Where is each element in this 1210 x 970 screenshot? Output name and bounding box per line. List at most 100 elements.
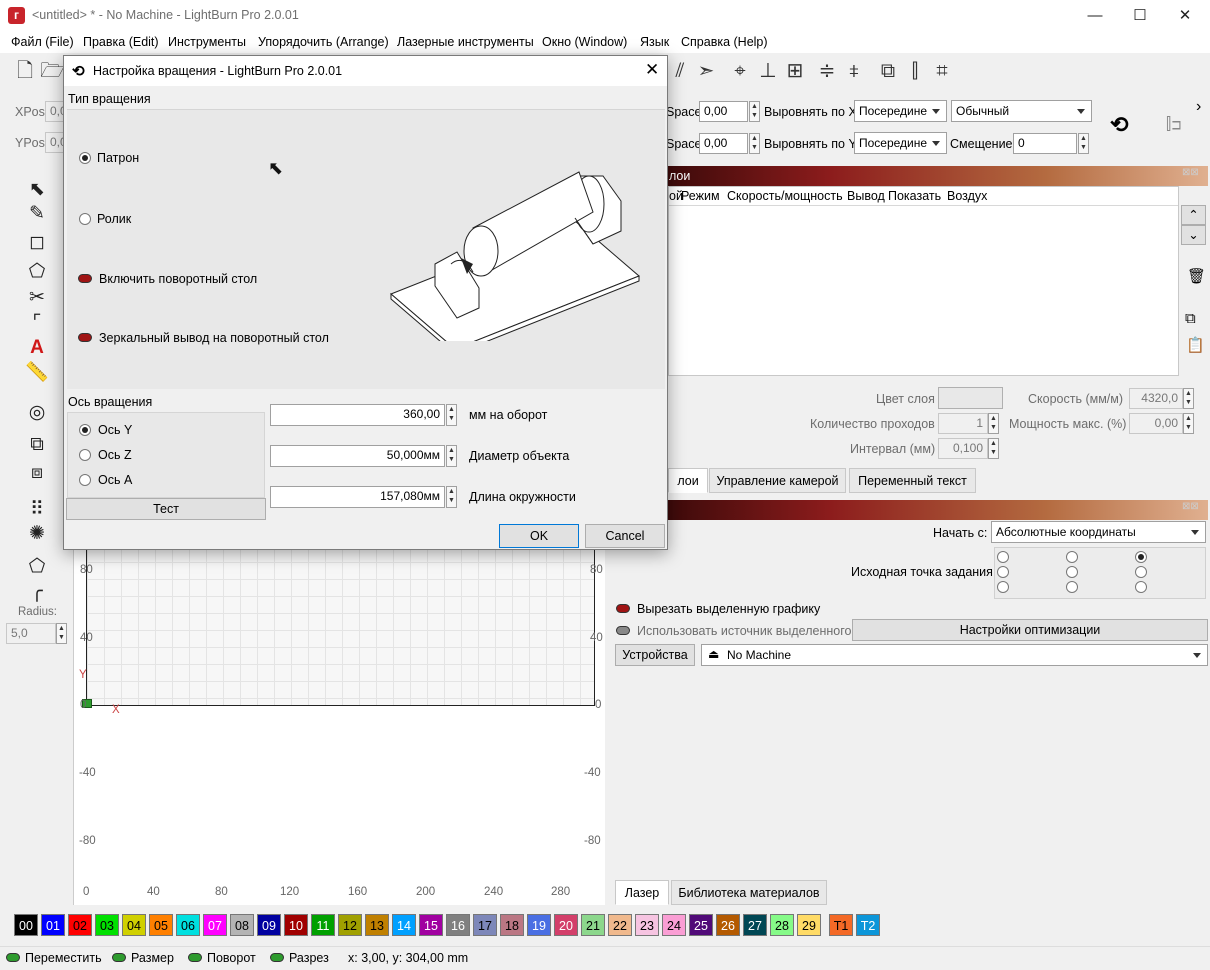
layer-color-21[interactable]: 21 (581, 914, 605, 936)
speed-input[interactable]: 4320,0 (1129, 388, 1183, 409)
origin-bottom-left[interactable] (997, 581, 1009, 593)
chevron-right-icon[interactable]: › (1196, 98, 1201, 116)
mm-per-rotation-spin[interactable]: ▲ ▼ (446, 404, 457, 426)
radius-spin[interactable]: ▲ ▼ (56, 623, 67, 644)
layer-color-24[interactable]: 24 (662, 914, 686, 936)
grid-array-icon[interactable]: ⠿ (24, 497, 50, 523)
optimization-settings-button[interactable]: Настройки оптимизации (852, 619, 1208, 641)
origin-center[interactable] (1066, 566, 1078, 578)
object-diameter-spin[interactable]: ▲ ▼ (446, 445, 457, 467)
layer-color-swatch[interactable] (938, 387, 1003, 409)
layer-up-button[interactable]: ⌃ (1181, 205, 1206, 225)
paste-layer-icon[interactable]: 📋 (1186, 336, 1205, 354)
layer-color-00[interactable]: 00 (14, 914, 38, 936)
test-button[interactable]: Тест (66, 498, 266, 520)
minimize-button[interactable]: — (1072, 0, 1118, 31)
cancel-button[interactable]: Cancel (585, 524, 665, 548)
align-x-select[interactable]: Посередине (854, 100, 947, 122)
offset-spin[interactable]: ▲ ▼ (1078, 133, 1089, 154)
max-power-spin[interactable]: ▲ ▼ (1183, 413, 1194, 434)
copy-tool-icon[interactable]: ⧉ (24, 432, 50, 458)
start-from-select[interactable]: Абсолютные координаты (991, 521, 1206, 543)
layer-color-06[interactable]: 06 (176, 914, 200, 936)
layer-color-14[interactable]: 14 (392, 914, 416, 936)
node-edit-icon[interactable]: ⬠ (24, 554, 50, 580)
trash-icon[interactable]: 🗑 (1187, 267, 1206, 285)
move-to-laser-icon[interactable]: ⌗ (930, 58, 954, 84)
use-selection-origin-toggle[interactable] (616, 626, 630, 635)
layer-color-16[interactable]: 16 (446, 914, 470, 936)
copy-layer-icon[interactable]: ⧉ (1185, 310, 1196, 327)
menu-language[interactable]: Язык (640, 35, 669, 49)
layers-table[interactable] (668, 186, 1179, 376)
layer-color-03[interactable]: 03 (95, 914, 119, 936)
devices-button[interactable]: Устройства (615, 644, 695, 666)
xpos-input[interactable]: 0,0 (45, 101, 65, 122)
layer-color-15[interactable]: 15 (419, 914, 443, 936)
dialog-close-icon[interactable]: ✕ (645, 60, 659, 80)
move-toggle[interactable] (6, 953, 20, 962)
laser-panel-float-icon[interactable]: ⊠⊠ (1182, 501, 1199, 512)
mirror-output-toggle[interactable] (78, 333, 92, 342)
menu-edit[interactable]: Правка (Edit) (83, 35, 159, 49)
cut-selected-toggle[interactable] (616, 604, 630, 613)
layer-color-27[interactable]: 27 (743, 914, 767, 936)
device-select[interactable]: No Machine (701, 644, 1208, 666)
layer-color-18[interactable]: 18 (500, 914, 524, 936)
tab-layers[interactable]: лои (668, 468, 708, 493)
ok-button[interactable]: OK (499, 524, 579, 548)
circumference-spin[interactable]: ▲ ▼ (446, 486, 457, 508)
layer-color-28[interactable]: 28 (770, 914, 794, 936)
layer-color-04[interactable]: 04 (122, 914, 146, 936)
radius-input[interactable]: 5,0 (6, 623, 56, 644)
axis-z-radio[interactable] (79, 449, 91, 461)
origin-mid-right[interactable] (1135, 566, 1147, 578)
align-y-select[interactable]: Посередине (854, 132, 947, 154)
font-mode-select[interactable]: Обычный (951, 100, 1092, 122)
menu-help[interactable]: Справка (Help) (681, 35, 768, 49)
origin-top-center[interactable] (1066, 551, 1078, 563)
passes-input[interactable]: 1 (938, 413, 988, 434)
space-input-2[interactable]: 0,00 (699, 133, 748, 154)
menu-tools[interactable]: Инструменты (168, 35, 246, 49)
pen-tool-icon[interactable]: ✎ (24, 201, 50, 227)
select-tool-icon[interactable]: ⬉ (24, 177, 50, 203)
origin-bottom-right[interactable] (1135, 581, 1147, 593)
axis-a-radio[interactable] (79, 474, 91, 486)
corner-radius-icon[interactable]: ╭ (24, 579, 50, 605)
boolean-tool-icon[interactable]: ⧈ (24, 460, 50, 486)
size-toggle[interactable] (112, 953, 126, 962)
measure-tool-icon[interactable]: 📏 (24, 360, 50, 386)
dock-handle-icon[interactable]: ⫿⊐ (1166, 116, 1181, 134)
tab-laser[interactable]: Лазер (615, 880, 669, 905)
tab-variable-text[interactable]: Переменный текст (849, 468, 976, 493)
menu-laser-tools[interactable]: Лазерные инструменты (397, 35, 534, 49)
layer-color-19[interactable]: 19 (527, 914, 551, 936)
layer-color-T1[interactable]: T1 (829, 914, 853, 936)
layer-down-button[interactable]: ⌄ (1181, 225, 1206, 245)
align-icon[interactable]: ⊥ (756, 58, 780, 84)
menu-window[interactable]: Окно (Window) (542, 35, 627, 49)
text-tool-icon[interactable]: A (24, 335, 50, 361)
object-diameter-input[interactable]: 50,000мм (270, 445, 445, 467)
cut-tool-icon[interactable]: ✂ (24, 285, 50, 311)
rotary-toggle-icon[interactable]: ⟲ (1110, 112, 1128, 138)
layer-color-09[interactable]: 09 (257, 914, 281, 936)
tab-material-library[interactable]: Библиотека материалов (671, 880, 827, 905)
layer-color-13[interactable]: 13 (365, 914, 389, 936)
origin-bottom-center[interactable] (1066, 581, 1078, 593)
layer-color-25[interactable]: 25 (689, 914, 713, 936)
layer-color-05[interactable]: 05 (149, 914, 173, 936)
rotate-toggle[interactable] (188, 953, 202, 962)
layer-color-T2[interactable]: T2 (856, 914, 880, 936)
interval-input[interactable]: 0,100 (938, 438, 988, 459)
mm-per-rotation-input[interactable]: 360,00 (270, 404, 445, 426)
layer-color-01[interactable]: 01 (41, 914, 65, 936)
origin-top-left[interactable] (997, 551, 1009, 563)
layer-color-20[interactable]: 20 (554, 914, 578, 936)
layer-color-07[interactable]: 07 (203, 914, 227, 936)
layer-color-22[interactable]: 22 (608, 914, 632, 936)
axis-y-radio[interactable] (79, 424, 91, 436)
maximize-button[interactable]: ☐ (1117, 0, 1163, 31)
space-input-1[interactable]: 0,00 (699, 101, 748, 122)
